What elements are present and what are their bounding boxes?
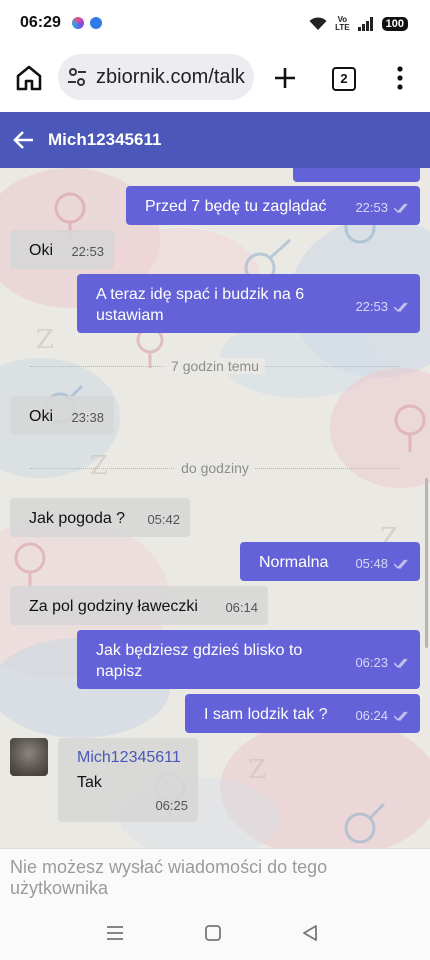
back-nav-icon[interactable] [300, 924, 320, 942]
status-bar: 06:29 Vo LTE 100 [0, 0, 430, 46]
tab-switcher-button[interactable]: 2 [332, 67, 356, 91]
message-bubble-incoming[interactable]: Oki 23:38 [10, 396, 114, 435]
message-meta: 06:14 [225, 597, 258, 618]
volte-indicator: Vo LTE [335, 16, 350, 32]
status-time: 06:29 [20, 14, 61, 31]
scrollbar[interactable] [425, 478, 428, 648]
message-bubble-outgoing[interactable]: I sam lodzik tak ? 06:24 [185, 694, 420, 733]
message-time: 05:42 [147, 512, 180, 527]
message-meta: 22:53 [355, 296, 410, 317]
message-time: 06:14 [225, 600, 258, 615]
double-check-icon [394, 203, 408, 213]
double-check-icon [394, 302, 408, 312]
divider-label: 7 godzin temu [165, 358, 265, 374]
message-text: Tak [77, 774, 102, 791]
site-settings-icon[interactable] [66, 66, 88, 88]
home-nav-icon[interactable] [203, 924, 223, 942]
messenger-notification-icon [90, 17, 102, 29]
chat-header: Mich12345611 [0, 112, 430, 168]
message-text: Oki [29, 242, 53, 259]
message-bubble-incoming[interactable]: Mich12345611 Tak 06:25 [58, 738, 198, 822]
message-time: 06:23 [355, 655, 388, 670]
double-check-icon [394, 559, 408, 569]
message-time: 05:48 [355, 556, 388, 571]
message-time: 22:53 [71, 244, 104, 259]
chat-messages: ZZZ ZZ Przed 7 będę tu zaglądać 22:53 Ok… [0, 168, 430, 848]
message-time: 23:38 [71, 410, 104, 425]
message-meta: 06:24 [355, 705, 410, 726]
svg-text:Z: Z [248, 755, 266, 785]
message-text: Jak będziesz gdzieś blisko to napisz [96, 642, 303, 680]
message-meta: 06:23 [355, 652, 410, 673]
contact-avatar[interactable] [10, 738, 48, 776]
svg-text:Z: Z [36, 325, 54, 355]
double-check-icon [394, 711, 408, 721]
message-time: 22:53 [355, 200, 388, 215]
home-icon[interactable] [14, 63, 44, 93]
message-text: A teraz idę spać i budzik na 6 ustawiam [96, 286, 305, 324]
double-check-icon [394, 658, 408, 668]
message-text: Normalna [259, 554, 329, 571]
message-text: Za pol godziny ławeczki [29, 598, 198, 615]
volte-bottom: LTE [335, 23, 350, 32]
app-notification-icon [72, 17, 84, 29]
message-bubble-outgoing[interactable]: Jak będziesz gdzieś blisko to napisz 06:… [77, 630, 420, 689]
divider-label: do godziny [175, 460, 255, 476]
new-tab-icon[interactable] [270, 63, 300, 93]
address-bar[interactable]: zbiornik.com/talk [58, 54, 254, 100]
battery-indicator: 100 [381, 17, 408, 31]
message-meta: 23:38 [71, 407, 104, 428]
message-bubble-incoming[interactable]: Oki 22:53 [10, 230, 114, 269]
wifi-icon [309, 17, 327, 30]
message-text: Przed 7 będę tu zaglądać [145, 198, 327, 215]
message-meta: 05:42 [147, 509, 180, 530]
back-arrow-icon[interactable] [12, 128, 36, 152]
system-nav-bar [0, 906, 430, 960]
more-menu-icon[interactable] [390, 63, 410, 93]
message-bubble-outgoing[interactable] [293, 168, 420, 182]
url-text: zbiornik.com/talk [96, 66, 245, 88]
contact-name[interactable]: Mich12345611 [48, 130, 161, 150]
composer-area: Nie możesz wysłać wiadomości do tego uży… [0, 848, 430, 907]
composer-disabled-notice: Nie możesz wysłać wiadomości do tego uży… [10, 857, 328, 898]
message-meta: 05:48 [355, 553, 410, 574]
message-text: Oki [29, 408, 53, 425]
time-divider: 7 godzin temu [0, 358, 430, 374]
message-bubble-outgoing[interactable]: A teraz idę spać i budzik na 6 ustawiam … [77, 274, 420, 333]
recents-icon[interactable] [105, 924, 125, 942]
time-divider: do godziny [0, 460, 430, 476]
message-meta: 22:53 [71, 241, 104, 262]
signal-icon [357, 17, 373, 31]
message-bubble-incoming[interactable]: Za pol godziny ławeczki 06:14 [10, 586, 268, 625]
message-time: 06:24 [355, 708, 388, 723]
message-bubble-incoming[interactable]: Jak pogoda ? 05:42 [10, 498, 190, 537]
message-time: 06:25 [155, 798, 188, 813]
browser-toolbar: zbiornik.com/talk 2 [0, 46, 430, 112]
message-text: Jak pogoda ? [29, 510, 126, 527]
message-meta: 22:53 [355, 197, 410, 218]
message-text: I sam lodzik tak ? [204, 706, 328, 723]
message-bubble-outgoing[interactable]: Przed 7 będę tu zaglądać 22:53 [126, 186, 420, 225]
message-bubble-outgoing[interactable]: Normalna 05:48 [240, 542, 420, 581]
message-sender[interactable]: Mich12345611 [77, 747, 181, 768]
message-time: 22:53 [355, 299, 388, 314]
